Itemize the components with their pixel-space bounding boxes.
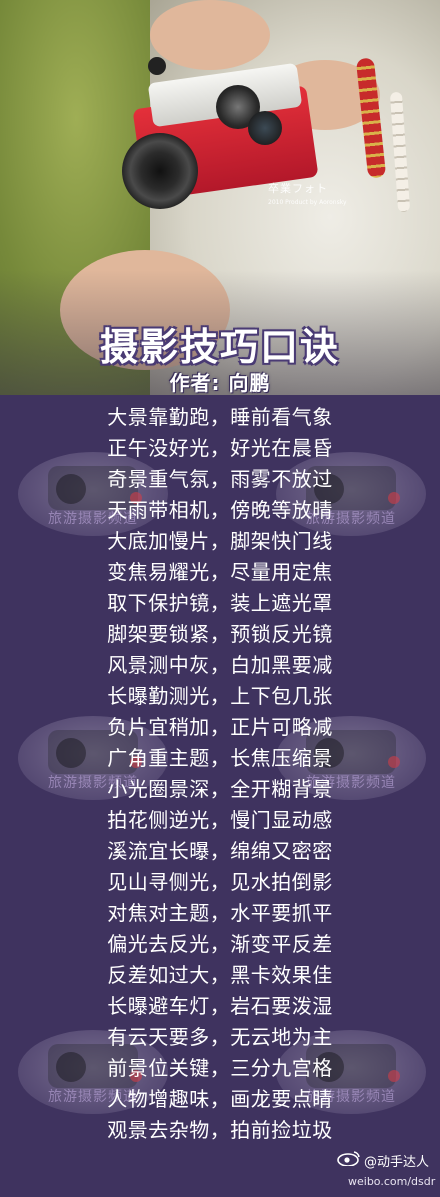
poem-line: 反差如过大，黑卡效果佳 <box>107 963 333 987</box>
poem-line: 负片宜稍加，正片可略减 <box>107 715 333 739</box>
poem-line: 小光圈景深，全开糊背景 <box>107 777 333 801</box>
poem-line: 长曝避车灯，岩石要泼湿 <box>107 994 333 1018</box>
watermark-title: 卒業フォト <box>268 182 328 195</box>
hero-photo: 卒業フォト 2010 Product by Aoronsky 摄影技巧口诀 作者… <box>0 0 440 395</box>
poem-list: 大景靠勤跑，睡前看气象 正午没好光，好光在晨昏 奇景重气氛，雨雾不放过 天雨带相… <box>0 402 440 1146</box>
poem-line: 大景靠勤跑，睡前看气象 <box>107 405 333 429</box>
poem-line: 溪流宜长曝，绵绵又密密 <box>107 839 333 863</box>
poem-line: 广角重主题，长焦压缩景 <box>107 746 333 770</box>
watermark-credit: 2010 Product by Aoronsky <box>268 199 347 206</box>
poem-line: 有云天要多，无云地为主 <box>107 1025 333 1049</box>
poem-line: 见山寻侧光，见水拍倒影 <box>107 870 333 894</box>
poem-line: 观景去杂物，拍前捡垃圾 <box>107 1118 333 1142</box>
poem-line: 正午没好光，好光在晨昏 <box>107 436 333 460</box>
poem-line: 奇景重气氛，雨雾不放过 <box>107 467 333 491</box>
poem-line: 变焦易耀光，尽量用定焦 <box>107 560 333 584</box>
poem-line: 大底加慢片，脚架快门线 <box>107 529 333 553</box>
poem-line: 脚架要锁紧，预锁反光镜 <box>107 622 333 646</box>
poem-line: 人物增趣味，画龙要点睛 <box>107 1087 333 1111</box>
poem-line: 风景测中灰，白加黑要减 <box>107 653 333 677</box>
poem-line: 拍花侧逆光，慢门显动感 <box>107 808 333 832</box>
poem-line: 取下保护镜，装上遮光罩 <box>107 591 333 615</box>
poem-line: 对焦对主题，水平要抓平 <box>107 901 333 925</box>
poem-line: 偏光去反光，渐变平反差 <box>107 932 333 956</box>
poem-line: 长曝勤测光，上下包几张 <box>107 684 333 708</box>
page-title: 摄影技巧口诀 <box>99 325 340 369</box>
weibo-icon <box>337 1151 360 1166</box>
camera-lens-icon <box>122 133 198 209</box>
weibo-url: weibo.com/dsdr <box>348 1175 436 1188</box>
poem-line: 天雨带相机，傍晚等放晴 <box>107 498 333 522</box>
page: 卒業フォト 2010 Product by Aoronsky 摄影技巧口诀 作者… <box>0 0 440 1197</box>
weibo-handle: @动手达人 <box>364 1155 430 1170</box>
poem-line: 前景位关键，三分九宫格 <box>107 1056 333 1080</box>
photo-watermark: 卒業フォト 2010 Product by Aoronsky <box>268 180 347 206</box>
author-line: 作者: 向鹏 <box>169 371 271 395</box>
